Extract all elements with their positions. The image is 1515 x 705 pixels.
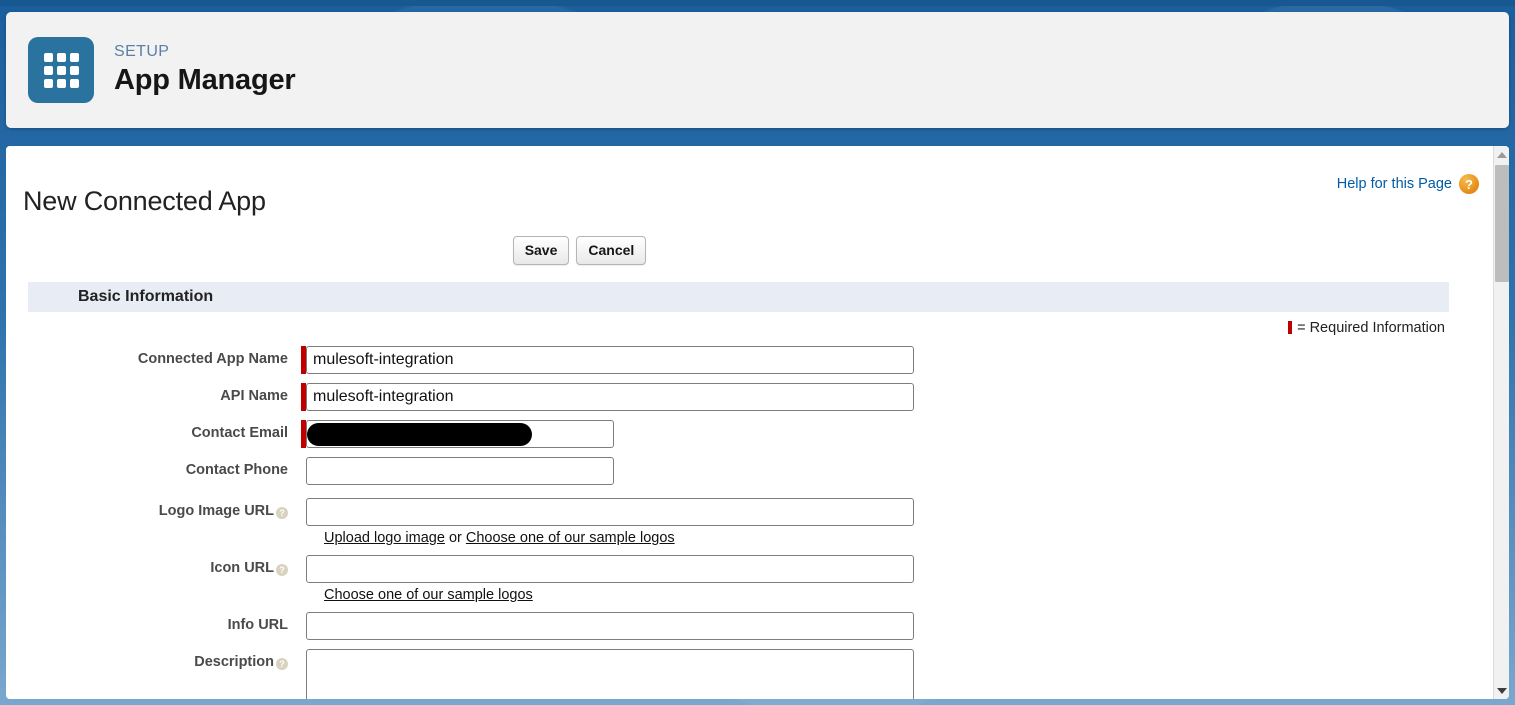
control-logo-image-url: Upload logo image or Choose one of our s… — [301, 498, 914, 546]
form-row-description: Description? — [6, 649, 1493, 699]
label-contact-email: Contact Email — [191, 425, 288, 442]
chevron-up-icon — [1497, 151, 1507, 158]
setup-header-text: SETUP App Manager — [114, 43, 296, 97]
form-action-bar: Save Cancel — [6, 236, 1493, 266]
label-api-name: API Name — [220, 388, 288, 405]
save-button[interactable]: Save — [512, 236, 570, 266]
logo-image-url-links: Upload logo image or Choose one of our s… — [324, 530, 914, 546]
scrollbar-thumb[interactable] — [1495, 165, 1509, 282]
content-scroll-area: Help for this Page ? New Connected App S… — [6, 146, 1493, 699]
scroll-down-button[interactable] — [1494, 682, 1509, 699]
required-legend-text: = Required Information — [1297, 320, 1445, 337]
content-frame: Help for this Page ? New Connected App S… — [6, 146, 1509, 699]
help-tip-icon-logo-image-url[interactable]: ? — [276, 507, 288, 520]
label-icon-url: Icon URL? — [6, 555, 288, 577]
logo-image-url-input[interactable] — [306, 498, 914, 527]
description-textarea[interactable] — [306, 649, 914, 699]
form-row-connected-app-name: Connected App Name — [6, 346, 1493, 375]
control-description — [301, 649, 914, 699]
form-row-api-name: API Name — [6, 383, 1493, 412]
control-contact-email — [301, 420, 614, 449]
choose-sample-logos-link[interactable]: Choose one of our sample logos — [466, 530, 675, 546]
background-top-bar — [0, 0, 1515, 6]
required-information-legend: = Required Information — [6, 312, 1493, 336]
label-icon-url-text: Icon URL — [210, 560, 274, 577]
connected-app-name-input[interactable] — [306, 346, 914, 375]
contact-phone-input[interactable] — [306, 457, 614, 486]
page-title: New Connected App — [23, 186, 266, 217]
label-info-url: Info URL — [227, 617, 288, 634]
setup-header-card: SETUP App Manager — [6, 12, 1509, 128]
control-icon-url: Choose one of our sample logos — [301, 555, 914, 603]
contact-email-wrapper — [306, 420, 614, 449]
scroll-up-button[interactable] — [1494, 146, 1509, 163]
form-row-contact-email: Contact Email — [6, 420, 1493, 449]
form-row-info-url: Info URL — [6, 612, 1493, 641]
label-description-text: Description — [194, 654, 274, 671]
required-marker-icon — [1288, 321, 1293, 335]
upload-logo-image-link[interactable]: Upload logo image — [324, 530, 445, 546]
api-name-input[interactable] — [306, 383, 914, 412]
control-contact-phone — [301, 457, 614, 486]
help-for-this-page[interactable]: Help for this Page ? — [1337, 174, 1479, 194]
control-info-url — [301, 612, 914, 641]
choose-sample-logos-link-icon[interactable]: Choose one of our sample logos — [324, 587, 533, 603]
icon-url-input[interactable] — [306, 555, 914, 584]
help-for-this-page-link[interactable]: Help for this Page — [1337, 176, 1452, 192]
label-contact-phone: Contact Phone — [185, 462, 288, 479]
form-row-icon-url: Icon URL? Choose one of our sample logos — [6, 555, 1493, 603]
vertical-scrollbar[interactable] — [1493, 146, 1509, 699]
setup-eyebrow: SETUP — [114, 42, 170, 60]
label-description: Description? — [6, 649, 288, 671]
basic-information-form: Connected App Name API Name Contact Emai… — [6, 336, 1493, 699]
help-tip-icon-icon-url[interactable]: ? — [276, 564, 288, 577]
info-url-input[interactable] — [306, 612, 914, 641]
label-logo-image-url-text: Logo Image URL — [158, 503, 274, 520]
form-row-logo-image-url: Logo Image URL? Upload logo image or Cho… — [6, 498, 1493, 546]
label-logo-image-url: Logo Image URL? — [6, 498, 288, 520]
cancel-button[interactable]: Cancel — [576, 236, 647, 266]
label-connected-app-name: Connected App Name — [137, 351, 288, 368]
icon-url-links: Choose one of our sample logos — [324, 587, 914, 603]
link-separator: or — [444, 530, 466, 547]
control-connected-app-name — [301, 346, 914, 375]
section-header-basic-information: Basic Information — [28, 282, 1449, 313]
logo-image-url-stack: Upload logo image or Choose one of our s… — [306, 498, 914, 546]
chevron-down-icon — [1497, 687, 1507, 694]
app-grid-icon — [28, 37, 94, 103]
help-tip-icon-description[interactable]: ? — [276, 658, 288, 671]
form-row-contact-phone: Contact Phone — [6, 457, 1493, 486]
control-api-name — [301, 383, 914, 412]
icon-url-stack: Choose one of our sample logos — [306, 555, 914, 603]
help-question-icon[interactable]: ? — [1459, 174, 1479, 194]
setup-title: App Manager — [114, 64, 296, 97]
contact-email-input[interactable] — [306, 420, 614, 449]
